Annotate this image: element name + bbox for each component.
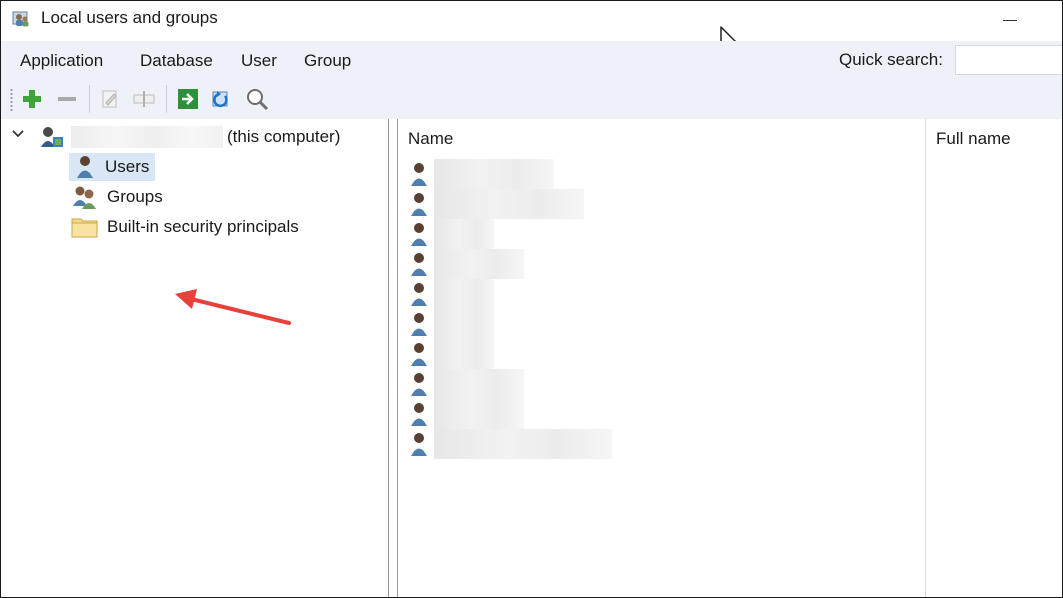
- toolbar-separator: [166, 85, 167, 113]
- chevron-down-icon[interactable]: [11, 129, 25, 139]
- computer-user-icon: [41, 127, 63, 147]
- column-header-full-name[interactable]: Full name: [936, 129, 1011, 149]
- tree-root-computer[interactable]: (this computer): [39, 123, 340, 151]
- app-window: Local users and groups Application Datab…: [0, 0, 1063, 598]
- edit-icon: [102, 90, 117, 108]
- user-icon: [411, 433, 427, 456]
- user-name-redacted: [434, 309, 494, 339]
- user-name-redacted: [434, 339, 494, 369]
- tree-item-label: Users: [105, 157, 150, 176]
- user-list-row[interactable]: [408, 189, 584, 219]
- add-icon: [23, 90, 41, 108]
- toolbar: [1, 79, 1062, 119]
- user-list-row[interactable]: [408, 249, 524, 279]
- column-divider[interactable]: [925, 119, 926, 597]
- window-title: Local users and groups: [41, 8, 218, 27]
- user-list-row[interactable]: [408, 339, 494, 369]
- quick-search-input[interactable]: [955, 45, 1062, 75]
- user-list-row[interactable]: [408, 399, 524, 429]
- refresh-button[interactable]: [211, 87, 235, 111]
- user-name-redacted: [434, 219, 494, 249]
- user-name-redacted: [434, 429, 612, 459]
- user-name-redacted: [434, 369, 524, 399]
- menu-user[interactable]: User: [241, 51, 277, 71]
- export-icon: [178, 89, 198, 109]
- user-list-row[interactable]: [408, 219, 494, 249]
- tree-item-label: Groups: [107, 187, 163, 206]
- remove-icon: [58, 97, 76, 101]
- user-icon: [411, 193, 427, 216]
- menu-application[interactable]: Application: [20, 51, 103, 71]
- computer-name-redacted: [71, 126, 223, 148]
- user-icon: [411, 343, 427, 366]
- search-button[interactable]: [245, 87, 269, 111]
- tree-item-users[interactable]: Users: [69, 153, 156, 181]
- user-icon: [411, 163, 427, 186]
- user-name-redacted: [434, 249, 524, 279]
- search-icon: [247, 89, 269, 111]
- user-list-pane: Name Full name: [397, 119, 1062, 597]
- user-list-row[interactable]: [408, 279, 494, 309]
- menu-database[interactable]: Database: [140, 51, 213, 71]
- annotation-arrow: [175, 289, 291, 325]
- user-icon: [77, 156, 93, 178]
- tree-item-label: Built-in security principals: [107, 217, 299, 236]
- this-computer-suffix: (this computer): [227, 127, 341, 146]
- user-icon: [411, 253, 427, 276]
- user-list-row[interactable]: [408, 429, 612, 459]
- column-header-name[interactable]: Name: [408, 129, 453, 149]
- user-list-row[interactable]: [408, 369, 524, 399]
- users-group-icon: [12, 11, 29, 27]
- user-list-row[interactable]: [408, 159, 554, 189]
- user-name-redacted: [434, 189, 584, 219]
- user-list-row[interactable]: [408, 309, 494, 339]
- tree-item-builtin-principals[interactable]: Built-in security principals: [71, 213, 299, 241]
- menu-bar: Application Database User Group Quick se…: [1, 41, 1062, 79]
- rename-icon: [133, 91, 155, 107]
- menu-group[interactable]: Group: [304, 51, 351, 71]
- add-button[interactable]: [20, 87, 44, 111]
- user-icon: [411, 313, 427, 336]
- user-name-redacted: [434, 399, 524, 429]
- tree-item-groups[interactable]: Groups: [71, 183, 163, 211]
- user-icon: [411, 403, 427, 426]
- title-bar: Local users and groups: [1, 1, 1062, 55]
- user-icon: [411, 223, 427, 246]
- rename-button[interactable]: [132, 87, 156, 111]
- minimize-button[interactable]: [991, 5, 1031, 33]
- user-name-redacted: [434, 159, 554, 189]
- edit-button[interactable]: [98, 87, 122, 111]
- quick-search-label: Quick search:: [839, 50, 943, 69]
- toolbar-grip[interactable]: [10, 88, 13, 112]
- user-icon: [411, 373, 427, 396]
- export-button[interactable]: [176, 87, 200, 111]
- refresh-icon: [212, 91, 228, 108]
- remove-button[interactable]: [55, 87, 79, 111]
- group-icon: [73, 186, 96, 209]
- user-icon: [411, 283, 427, 306]
- tree-pane: (this computer) Users Groups Built-in se…: [1, 119, 389, 597]
- toolbar-separator: [89, 85, 90, 113]
- folder-icon: [71, 218, 98, 238]
- user-name-redacted: [434, 279, 494, 309]
